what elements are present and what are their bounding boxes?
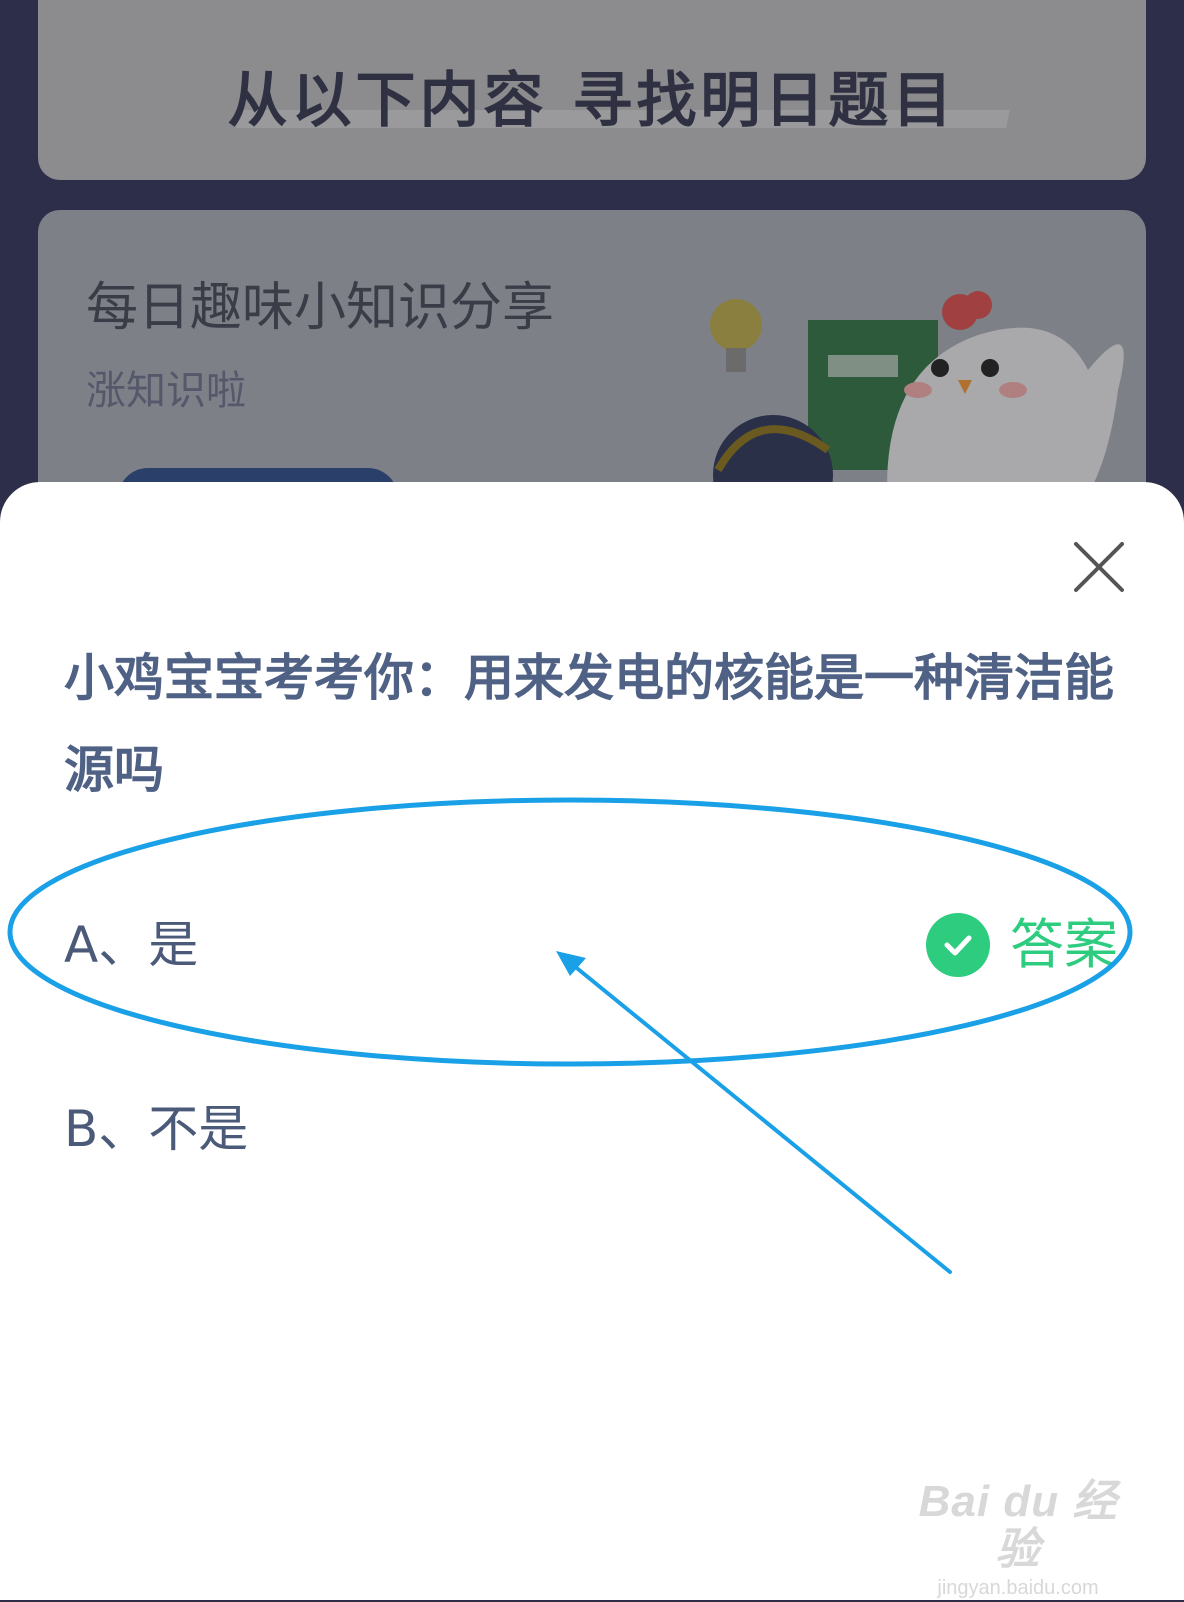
card-title: 每日趣味小知识分享: [86, 278, 555, 338]
background-header: 从以下内容 寻找明日题目: [38, 0, 1146, 180]
header-title: 从以下内容 寻找明日题目: [227, 66, 957, 136]
close-icon: [1074, 542, 1124, 592]
answer-label: 答案: [1010, 913, 1118, 976]
baidu-jingyan-watermark: Bai du 经验 jingyan.baidu.com: [908, 1478, 1128, 1602]
background-page: 从以下内容 寻找明日题目 每日趣味小知识分享 涨知识啦: [0, 0, 1184, 530]
answer-badge: 答案: [926, 912, 1118, 978]
close-button[interactable]: [1072, 540, 1126, 594]
watermark-brand: Bai du 经验: [918, 1477, 1118, 1574]
question-text: 小鸡宝宝考考你：用来发电的核能是一种清洁能源吗: [64, 649, 1114, 799]
card-subtitle: 涨知识啦: [86, 368, 246, 414]
check-circle-icon: [926, 913, 990, 977]
watermark-url: jingyan.baidu.com: [937, 1577, 1099, 1599]
option-b[interactable]: B、不是: [64, 1084, 1124, 1174]
